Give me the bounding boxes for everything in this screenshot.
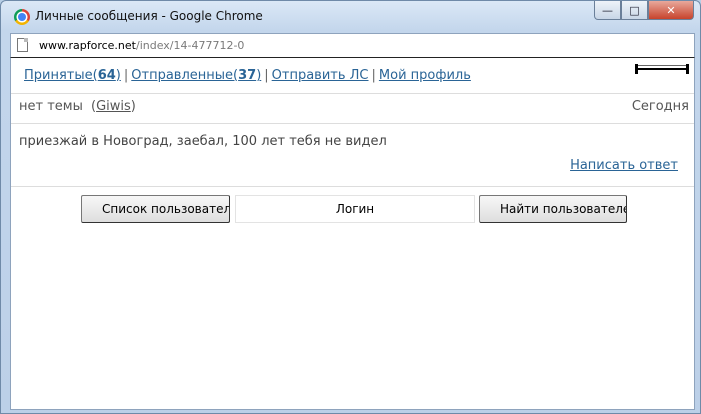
- reply-link[interactable]: Написать ответ: [570, 158, 678, 173]
- divider: [11, 123, 694, 124]
- author-link[interactable]: Giwis: [96, 99, 131, 114]
- browser-window: Личные сообщения - Google Chrome — □ ✕ w…: [0, 0, 701, 414]
- divider: [11, 186, 694, 187]
- send-message-link[interactable]: Отправить ЛС: [272, 68, 369, 83]
- nav-separator: |: [371, 68, 376, 83]
- title-bar[interactable]: Личные сообщения - Google Chrome — □ ✕: [1, 1, 700, 33]
- page-content: Принятые(64) | Отправленные(37) | Отправить …: [10, 57, 695, 410]
- window-controls: — □ ✕: [594, 1, 694, 21]
- resize-handle-icon[interactable]: [635, 64, 689, 74]
- minimize-button[interactable]: —: [594, 1, 621, 20]
- my-profile-link[interactable]: Мой профиль: [379, 68, 471, 83]
- user-list-button[interactable]: Список пользователей: [81, 195, 230, 223]
- maximize-button[interactable]: □: [621, 1, 648, 20]
- find-users-button[interactable]: Найти пользователей: [479, 195, 627, 223]
- url-text[interactable]: www.rapforce.net/index/14-477712-0: [39, 39, 244, 52]
- message-subject: нет темы: [19, 99, 83, 114]
- close-button[interactable]: ✕: [648, 1, 694, 20]
- window-title: Личные сообщения - Google Chrome: [35, 9, 263, 23]
- received-link[interactable]: Принятые(64): [24, 68, 121, 83]
- nav-separator: |: [123, 68, 129, 83]
- message-date: Сегодня: [631, 99, 689, 114]
- address-bar[interactable]: www.rapforce.net/index/14-477712-0: [10, 33, 695, 57]
- message-author-wrap: (Giwis): [91, 99, 136, 114]
- message-nav: Принятые(64) | Отправленные(37) | Отправить …: [24, 68, 471, 83]
- divider: [11, 93, 694, 94]
- url-path: /index/14-477712-0: [135, 39, 245, 52]
- sent-link[interactable]: Отправленные(37): [131, 68, 261, 83]
- page-icon: [17, 38, 28, 52]
- login-input[interactable]: Логин: [235, 195, 475, 223]
- chrome-icon: [14, 9, 30, 25]
- nav-separator: |: [264, 68, 269, 83]
- message-body: приезжай в Новоград, заебал, 100 лет теб…: [19, 134, 387, 149]
- url-domain: www.rapforce.net: [39, 39, 136, 52]
